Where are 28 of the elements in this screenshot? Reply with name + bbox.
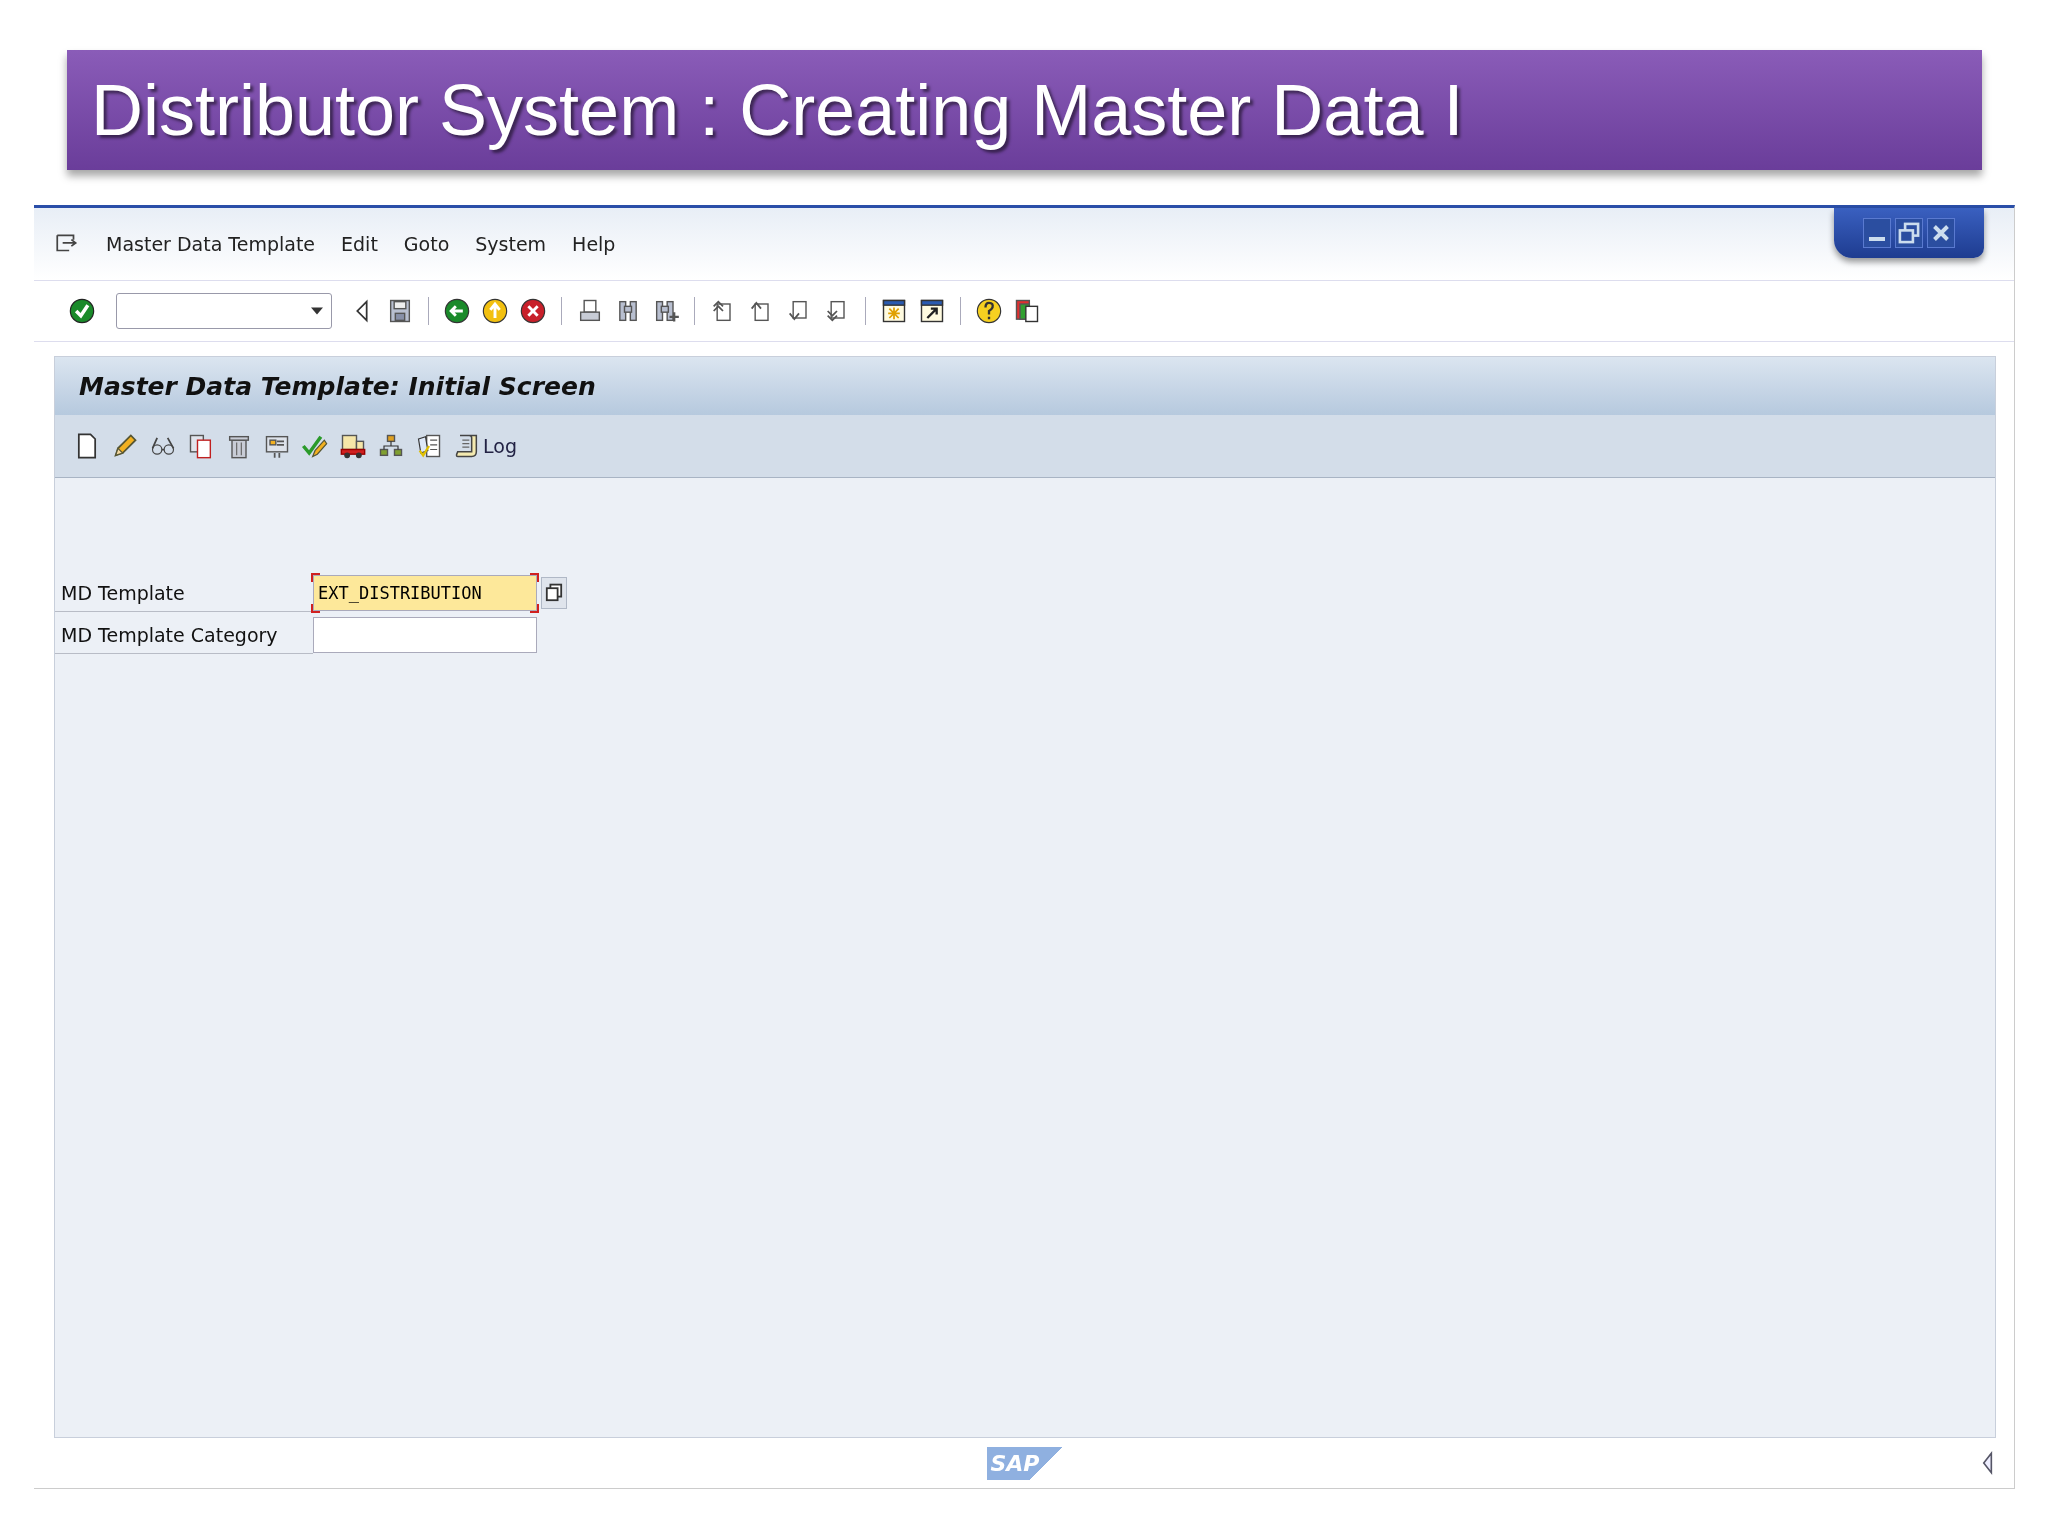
new-window-icon[interactable]	[880, 297, 908, 325]
menu-item[interactable]: Edit	[341, 233, 378, 255]
minimize-button[interactable]	[1863, 218, 1891, 248]
log-button[interactable]: Log	[453, 432, 517, 460]
slide-title: Distributor System : Creating Master Data I	[91, 69, 1464, 151]
input-field[interactable]: EXT_DISTRIBUTION	[313, 575, 537, 611]
screen-title: Master Data Template: Initial Screen	[79, 371, 596, 401]
menu-item[interactable]: Help	[572, 233, 616, 255]
menu-item[interactable]: Goto	[403, 233, 450, 255]
menu-item[interactable]: Master Data Template	[106, 233, 316, 255]
truck-icon[interactable]	[339, 432, 367, 460]
minimize-icon	[1869, 237, 1885, 241]
cancel-icon[interactable]	[519, 297, 547, 325]
shortcut-icon[interactable]	[918, 297, 946, 325]
input-field[interactable]	[313, 617, 537, 653]
sap-logo: SAP	[986, 1446, 1062, 1480]
status-toggle-icon[interactable]	[1980, 1450, 1994, 1476]
dropdown-caret-icon[interactable]	[311, 307, 323, 315]
command-field[interactable]	[116, 293, 332, 329]
layout-icon[interactable]	[1013, 297, 1041, 325]
close-button[interactable]	[1927, 218, 1955, 248]
value-help-button[interactable]	[541, 577, 567, 609]
restore-button[interactable]	[1895, 218, 1923, 248]
pencil-icon[interactable]	[111, 432, 139, 460]
checklist-icon[interactable]	[415, 432, 443, 460]
menu-item[interactable]: System	[475, 233, 547, 255]
help-icon[interactable]	[975, 297, 1003, 325]
enter-check-icon[interactable]	[68, 297, 96, 325]
